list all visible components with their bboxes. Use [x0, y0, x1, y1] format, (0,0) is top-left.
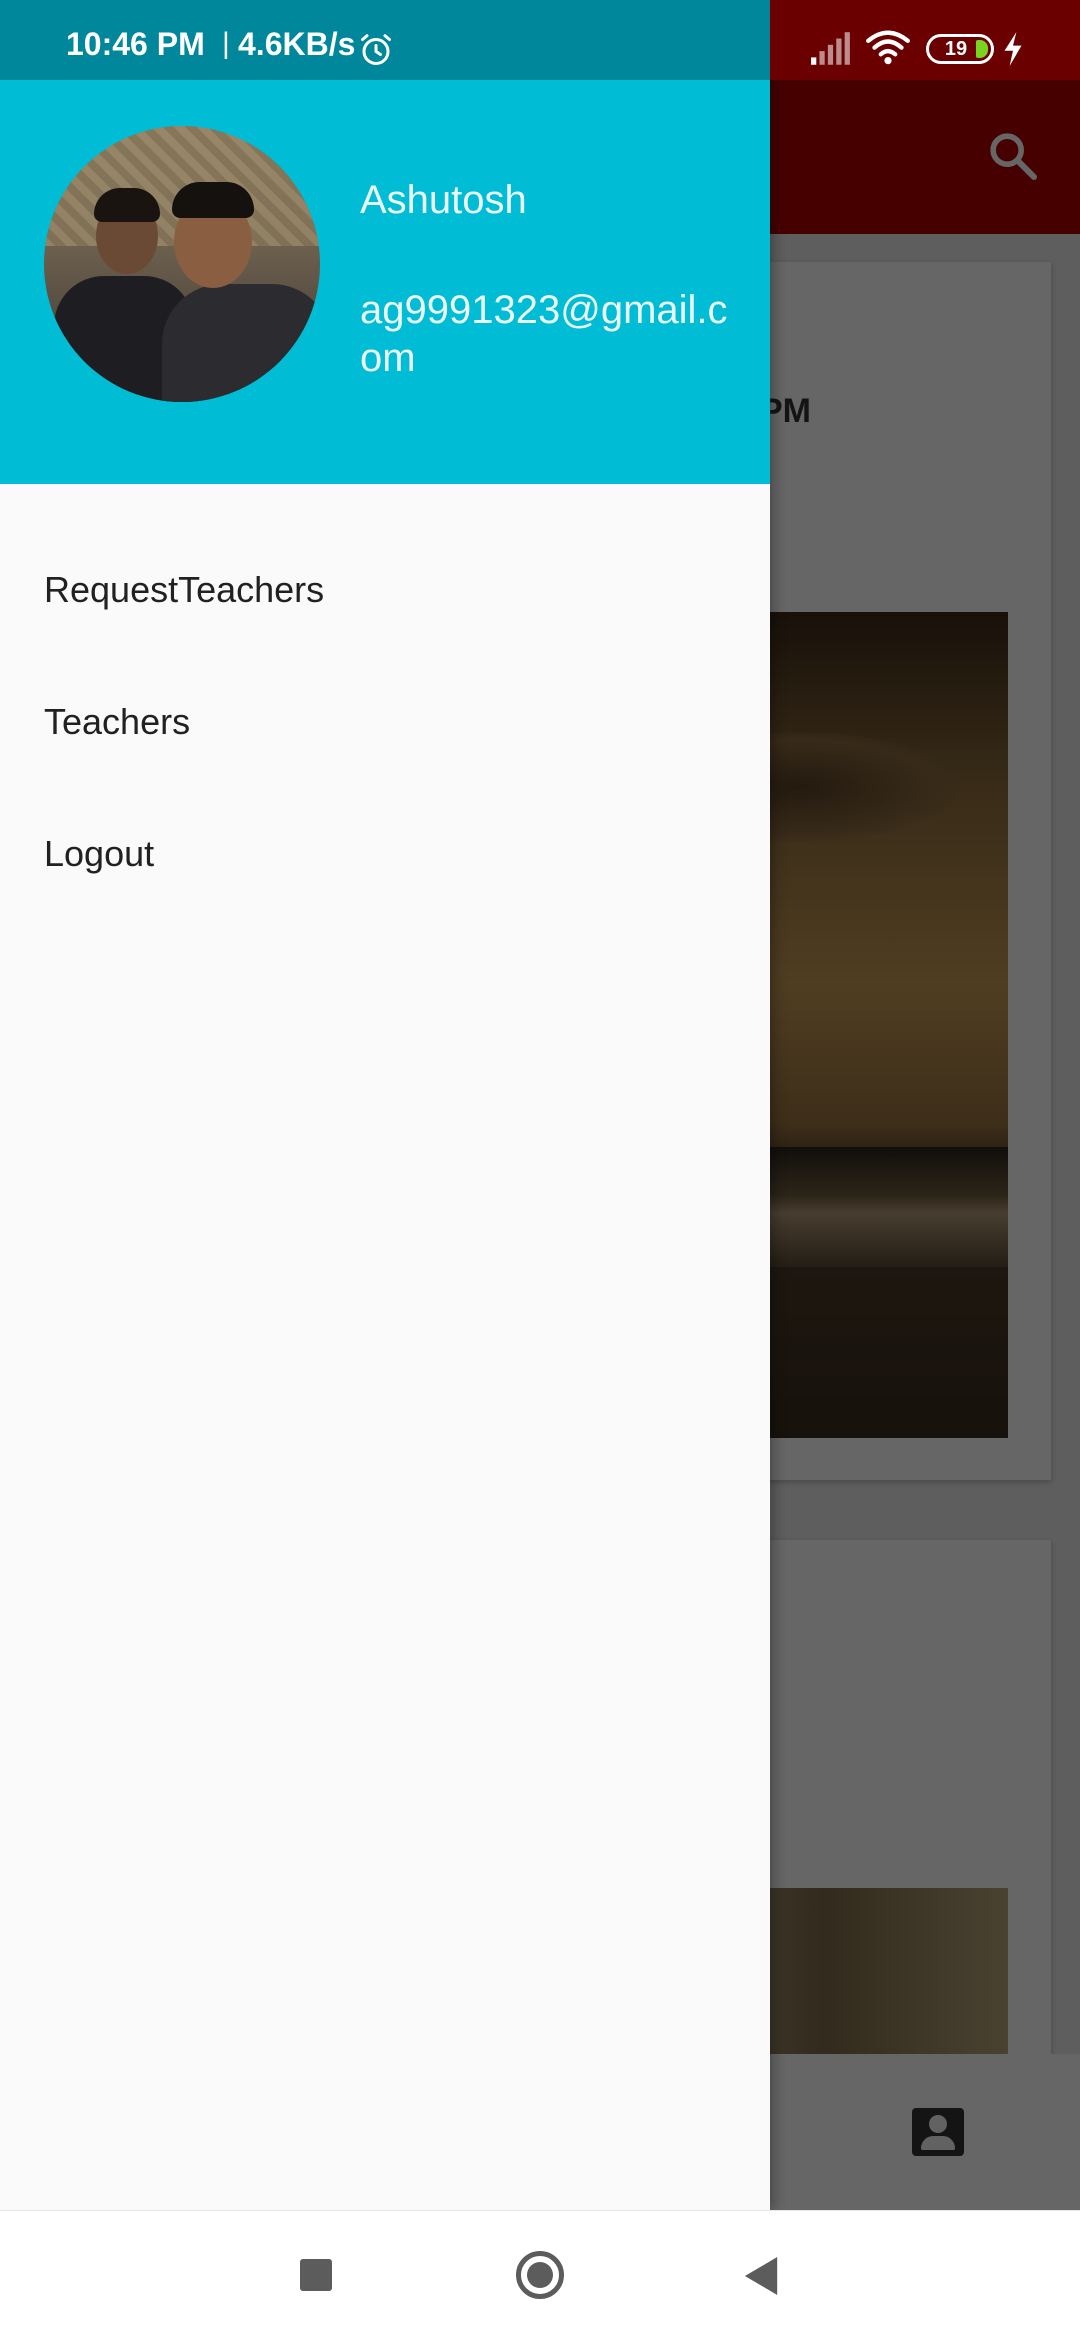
navigation-drawer: Ashutosh ag9991323@gmail.com RequestTeac… [0, 0, 770, 2210]
back-icon[interactable] [744, 2257, 780, 2295]
system-navigation-bar [0, 2210, 1080, 2340]
alarm-icon [361, 34, 391, 65]
menu-item-teachers[interactable]: Teachers [0, 656, 770, 788]
menu-item-logout[interactable]: Logout [0, 788, 770, 920]
wifi-icon [866, 30, 910, 65]
status-bar: 10:46 PM | 4.6KB/s 19 [0, 0, 1080, 80]
avatar-person-right-hair [172, 182, 254, 218]
avatar[interactable] [44, 126, 320, 402]
battery-level: 19 [944, 38, 968, 60]
status-separator: | [222, 27, 230, 60]
drawer-menu: RequestTeachers Teachers Logout [0, 484, 770, 920]
charging-icon [1004, 32, 1022, 66]
menu-item-label: Logout [44, 833, 155, 874]
signal-icon [811, 32, 850, 65]
network-speed: 4.6KB/s [238, 26, 356, 62]
menu-item-request-teachers[interactable]: RequestTeachers [0, 524, 770, 656]
menu-item-label: Teachers [44, 701, 191, 742]
battery-icon: 19 [926, 34, 994, 64]
user-email: ag9991323@gmail.com [360, 288, 728, 380]
home-icon[interactable] [516, 2251, 564, 2299]
menu-item-label: RequestTeachers [44, 569, 325, 610]
avatar-person-left-hair [94, 188, 160, 222]
user-name: Ashutosh [360, 178, 527, 222]
recents-icon[interactable] [300, 2259, 332, 2291]
status-time: 10:46 PM [66, 26, 205, 62]
avatar-person-right [162, 284, 320, 402]
drawer-header: Ashutosh ag9991323@gmail.com [0, 80, 770, 484]
